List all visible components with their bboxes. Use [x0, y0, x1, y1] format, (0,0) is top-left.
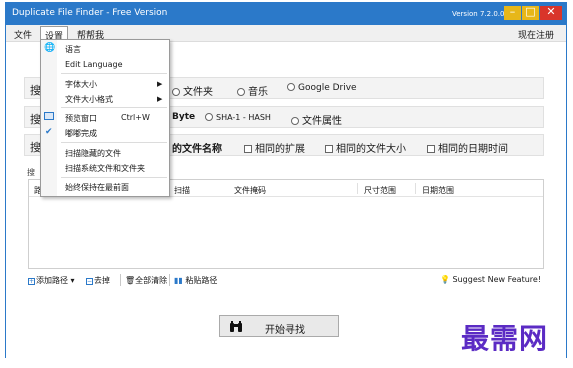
start-search-button[interactable]: 开始寻找 — [219, 315, 339, 337]
option-sha1[interactable]: SHA-1 - HASH — [205, 113, 271, 122]
preview-shortcut: Ctrl+W — [121, 113, 150, 122]
minus-icon: − — [86, 278, 93, 285]
option-same-datetime[interactable]: 相同的日期时间 — [427, 140, 508, 155]
check-icon: ✔ — [45, 127, 53, 137]
menu-item-language[interactable]: 语言 — [65, 44, 81, 55]
checkbox-icon — [325, 145, 333, 153]
clear-all-button[interactable]: 🗑全部清除 — [125, 275, 167, 286]
col-file-mask[interactable]: 文件掩码 — [234, 185, 266, 196]
menu-item-font-size[interactable]: 字体大小 — [65, 79, 97, 90]
toolbar-separator — [120, 274, 121, 286]
menu-item-beep-done[interactable]: 嘟嘟完成 — [65, 128, 97, 139]
radio-icon — [287, 83, 295, 91]
toolbar-separator — [169, 274, 170, 286]
menu-separator — [61, 73, 167, 74]
menu-item-file-size-format[interactable]: 文件大小格式 — [65, 94, 113, 105]
register-link[interactable]: 现在注册 — [518, 28, 554, 41]
menu-separator — [61, 142, 167, 143]
option-same-filename[interactable]: 的文件名称 — [172, 140, 222, 155]
option-same-size[interactable]: 相同的文件大小 — [325, 140, 406, 155]
menu-separator — [61, 177, 167, 178]
chevron-right-icon: ▶ — [157, 80, 163, 88]
paths-group-title: 搜 — [27, 168, 35, 177]
paste-path-button[interactable]: ▮▮ 粘贴路径 — [174, 275, 217, 286]
remove-button[interactable]: − 去掉 — [86, 275, 110, 286]
settings-dropdown: 🌐 语言 Edit Language 字体大小 ▶ 文件大小格式 ▶ 预览窗口 … — [40, 39, 170, 197]
column-divider — [357, 183, 358, 194]
add-path-button[interactable]: + 添加路径 ▾ — [28, 275, 75, 286]
plus-icon: + — [28, 278, 35, 285]
checkbox-icon — [427, 145, 435, 153]
option-file-attributes[interactable]: 文件属性 — [291, 112, 342, 127]
window-title: Duplicate File Finder - Free Version — [12, 8, 168, 18]
option-music[interactable]: 音乐 — [237, 83, 268, 98]
menu-item-scan-hidden[interactable]: 扫描隐藏的文件 — [65, 148, 121, 159]
trash-icon: 🗑 — [125, 276, 136, 285]
checkbox-icon — [244, 145, 252, 153]
option-same-extension[interactable]: 相同的扩展 — [244, 140, 305, 155]
title-bar[interactable]: Duplicate File Finder - Free Version Ver… — [6, 3, 566, 25]
col-scan[interactable]: 扫描 — [174, 185, 190, 196]
paste-icon: ▮▮ — [174, 276, 183, 285]
start-search-label: 开始寻找 — [265, 325, 305, 336]
option-byte[interactable]: Byte — [172, 112, 195, 122]
radio-icon — [237, 88, 245, 96]
radio-icon — [172, 88, 180, 96]
language-icon: 🌐 — [44, 43, 56, 53]
menu-file[interactable]: 文件 — [14, 28, 32, 41]
option-google-drive[interactable]: Google Drive — [287, 83, 357, 93]
preview-icon — [44, 112, 54, 120]
col-size-range[interactable]: 尺寸范围 — [364, 185, 396, 196]
suggest-feature-link[interactable]: 💡 Suggest New Feature! — [440, 275, 541, 284]
minimize-button[interactable]: – — [504, 6, 521, 20]
menu-item-always-on-top[interactable]: 始终保持在最前面 — [65, 182, 129, 193]
close-button[interactable]: ✕ — [540, 6, 562, 20]
radio-icon — [291, 117, 299, 125]
maximize-button[interactable]: □ — [522, 6, 539, 20]
path-toolbar: + 添加路径 ▾ − 去掉 🗑全部清除 ▮▮ 粘贴路径 💡 Suggest New … — [28, 273, 548, 289]
menu-item-scan-system[interactable]: 扫描系统文件和文件夹 — [65, 163, 145, 174]
watermark-logo: 最需网 — [461, 322, 549, 355]
option-folder[interactable]: 文件夹 — [172, 83, 213, 98]
lightbulb-icon: 💡 — [440, 275, 450, 284]
chevron-right-icon: ▶ — [157, 95, 163, 103]
radio-icon — [205, 113, 213, 121]
binoculars-icon — [229, 321, 243, 336]
column-divider — [415, 183, 416, 194]
menu-item-preview-window[interactable]: 预览窗口 — [65, 113, 97, 124]
menu-separator — [61, 107, 167, 108]
version-label: Version 7.2.0.0 — [452, 10, 505, 18]
col-date-range[interactable]: 日期范围 — [422, 185, 454, 196]
menu-item-edit-language[interactable]: Edit Language — [65, 60, 123, 69]
